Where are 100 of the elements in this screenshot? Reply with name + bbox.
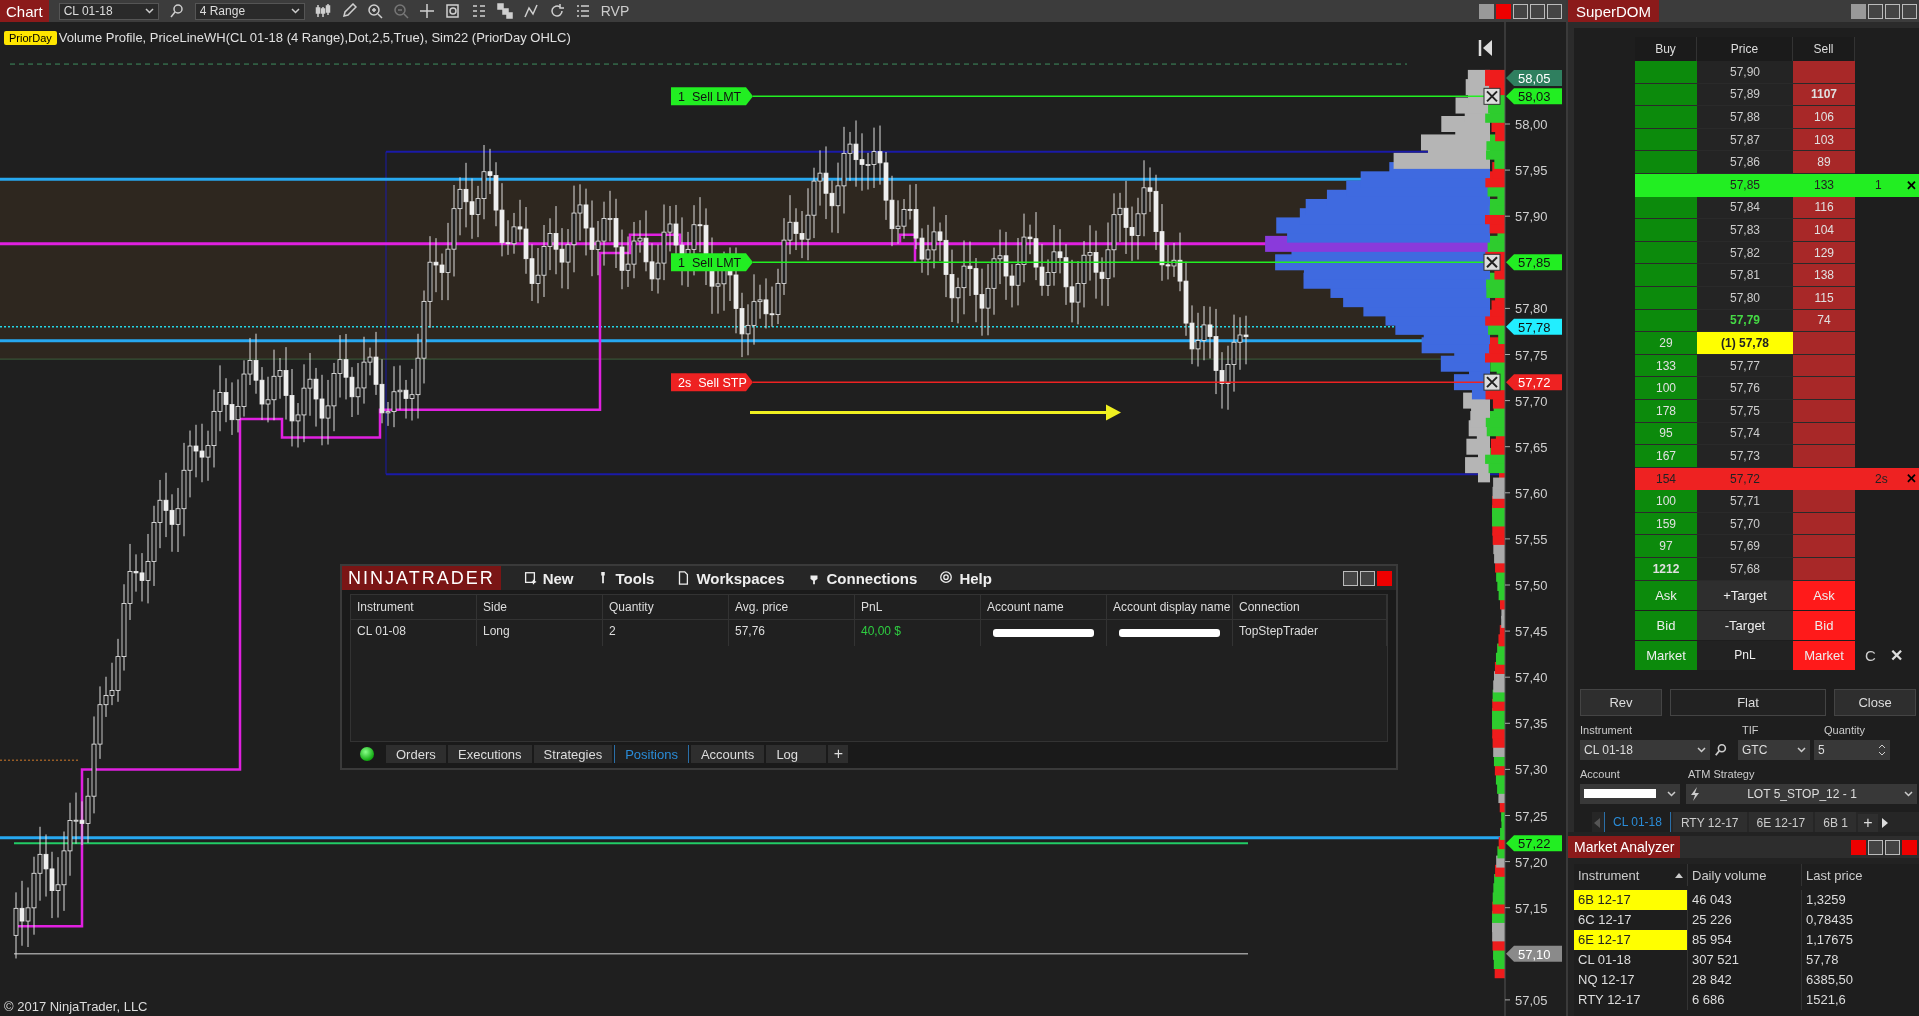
- instrument-tab[interactable]: RTY 12-17: [1672, 811, 1747, 834]
- sell-size[interactable]: 115: [1793, 286, 1855, 310]
- table-cell: RTY 12-17: [1574, 990, 1688, 1010]
- cancel-order-button[interactable]: ✕: [1906, 471, 1917, 487]
- add-tab-button[interactable]: +: [1857, 813, 1878, 832]
- buy-size[interactable]: 154: [1635, 467, 1697, 491]
- table-cell: 1,3259: [1802, 890, 1919, 910]
- instrument-dropdown[interactable]: CL 01-18: [1580, 739, 1710, 760]
- tab[interactable]: Log: [766, 745, 827, 763]
- price-cell[interactable]: 57,71: [1697, 490, 1793, 513]
- price-cell[interactable]: 57,70: [1697, 512, 1793, 536]
- price-axis-label: 57,20: [1515, 854, 1548, 870]
- instrument-tab[interactable]: 6E 12-17: [1748, 811, 1814, 834]
- tab[interactable]: Positions: [614, 745, 689, 763]
- buy-size[interactable]: 100: [1635, 490, 1697, 513]
- target-button[interactable]: -Target: [1697, 610, 1793, 641]
- sell-size[interactable]: 133: [1793, 173, 1855, 197]
- sell-size[interactable]: 103: [1793, 128, 1855, 152]
- sell-size[interactable]: 106: [1793, 106, 1855, 129]
- tab[interactable]: Executions: [448, 745, 532, 763]
- buy-size[interactable]: 97: [1635, 535, 1697, 559]
- price-cell[interactable]: 57,85: [1697, 173, 1793, 197]
- order-tag[interactable]: 1 Sell LMT: [671, 87, 753, 106]
- column-header[interactable]: Daily volume: [1688, 864, 1802, 886]
- buy-size[interactable]: 95: [1635, 422, 1697, 446]
- tab[interactable]: Accounts: [690, 745, 765, 763]
- price-cell[interactable]: 57,77: [1697, 354, 1793, 378]
- close-position-button[interactable]: Close: [1834, 688, 1916, 716]
- sell-size[interactable]: 129: [1793, 241, 1855, 265]
- buy-button[interactable]: Market: [1635, 640, 1697, 671]
- column-header[interactable]: Quantity: [603, 595, 729, 620]
- price-cell[interactable]: 57,82: [1697, 241, 1793, 265]
- column-header[interactable]: Instrument: [1574, 864, 1688, 886]
- close-button[interactable]: ✕: [1889, 646, 1903, 666]
- sell-button[interactable]: Ask: [1793, 580, 1855, 611]
- order-tag[interactable]: 1 Sell LMT: [671, 253, 753, 272]
- tif-dropdown[interactable]: GTC: [1738, 739, 1810, 760]
- price-marker: 58,05: [1506, 69, 1562, 86]
- sell-size[interactable]: 74: [1793, 309, 1855, 333]
- center-label[interactable]: C: [1865, 647, 1876, 665]
- column-header[interactable]: Last price: [1802, 864, 1919, 886]
- column-header[interactable]: Avg. price: [729, 595, 855, 620]
- price-cell[interactable]: 57,83: [1697, 219, 1793, 242]
- cancel-order-button[interactable]: ✕: [1906, 177, 1917, 193]
- quantity-spinner[interactable]: 5: [1814, 739, 1890, 760]
- column-header[interactable]: Account name: [981, 595, 1107, 620]
- sell-size[interactable]: 89: [1793, 151, 1855, 174]
- price-cell[interactable]: 57,89: [1697, 83, 1793, 107]
- order-tag[interactable]: 2s Sell STP: [671, 373, 753, 392]
- price-cell[interactable]: (1) 57,78: [1697, 332, 1793, 355]
- atm-strategy-dropdown[interactable]: LOT 5_STOP_12 - 1: [1686, 783, 1917, 804]
- sell-size[interactable]: 116: [1793, 196, 1855, 220]
- price-cell[interactable]: 57,73: [1697, 445, 1793, 468]
- price-cell[interactable]: 57,88: [1697, 106, 1793, 129]
- flat-button[interactable]: Flat: [1670, 688, 1826, 716]
- price-axis-label: 57,05: [1515, 992, 1548, 1008]
- menu-item[interactable]: Tools: [595, 569, 655, 587]
- table-cell: 0,78435: [1802, 910, 1919, 930]
- table-cell: 6385,50: [1802, 970, 1919, 990]
- buy-button[interactable]: Ask: [1635, 580, 1697, 611]
- menu-item[interactable]: New: [522, 569, 574, 587]
- price-cell[interactable]: 57,84: [1697, 196, 1793, 220]
- sell-size[interactable]: 1107: [1793, 83, 1855, 107]
- column-header[interactable]: Connection: [1233, 595, 1387, 620]
- buy-size[interactable]: 100: [1635, 377, 1697, 400]
- column-header[interactable]: PnL: [855, 595, 981, 620]
- menu-item[interactable]: Help: [939, 569, 992, 587]
- menu-item[interactable]: Connections: [806, 569, 918, 587]
- column-header[interactable]: Side: [477, 595, 603, 620]
- price-cell[interactable]: 57,76: [1697, 377, 1793, 400]
- price-cell[interactable]: 57,72: [1697, 467, 1793, 491]
- price-cell[interactable]: 57,90: [1697, 61, 1793, 84]
- price-cell[interactable]: 57,79: [1697, 309, 1793, 333]
- instrument-tab[interactable]: CL 01-18: [1604, 811, 1671, 834]
- buy-size[interactable]: 29: [1635, 332, 1697, 355]
- price-cell[interactable]: 57,74: [1697, 422, 1793, 446]
- buy-button[interactable]: Bid: [1635, 610, 1697, 641]
- menu-item[interactable]: Workspaces: [676, 569, 785, 587]
- target-button[interactable]: +Target: [1697, 580, 1793, 611]
- pnl-button[interactable]: PnL: [1697, 640, 1793, 671]
- price-cell[interactable]: 57,69: [1697, 535, 1793, 559]
- price-cell[interactable]: 57,86: [1697, 151, 1793, 174]
- toolbar-label[interactable]: RVP: [600, 3, 630, 19]
- bar-type-dropdown[interactable]: 4 Range: [194, 2, 305, 20]
- tab[interactable]: Strategies: [533, 745, 613, 763]
- price-cell[interactable]: 57,75: [1697, 399, 1793, 423]
- price-cell[interactable]: 57,68: [1697, 558, 1793, 581]
- sell-size[interactable]: 104: [1793, 219, 1855, 242]
- price-cell[interactable]: 57,80: [1697, 286, 1793, 310]
- instrument-dropdown[interactable]: CL 01-18: [58, 2, 159, 20]
- price-cell[interactable]: 57,81: [1697, 264, 1793, 287]
- tab[interactable]: Orders: [386, 745, 446, 763]
- field-label: Account: [1580, 767, 1621, 780]
- add-tab-button[interactable]: +: [828, 745, 849, 763]
- instrument-tab[interactable]: 6B 1: [1815, 811, 1856, 834]
- column-header[interactable]: Instrument: [351, 595, 477, 620]
- price-cell[interactable]: 57,87: [1697, 128, 1793, 152]
- sell-size[interactable]: 138: [1793, 264, 1855, 287]
- column-header[interactable]: Account display name: [1107, 595, 1233, 620]
- reverse-button[interactable]: Rev: [1580, 688, 1662, 716]
